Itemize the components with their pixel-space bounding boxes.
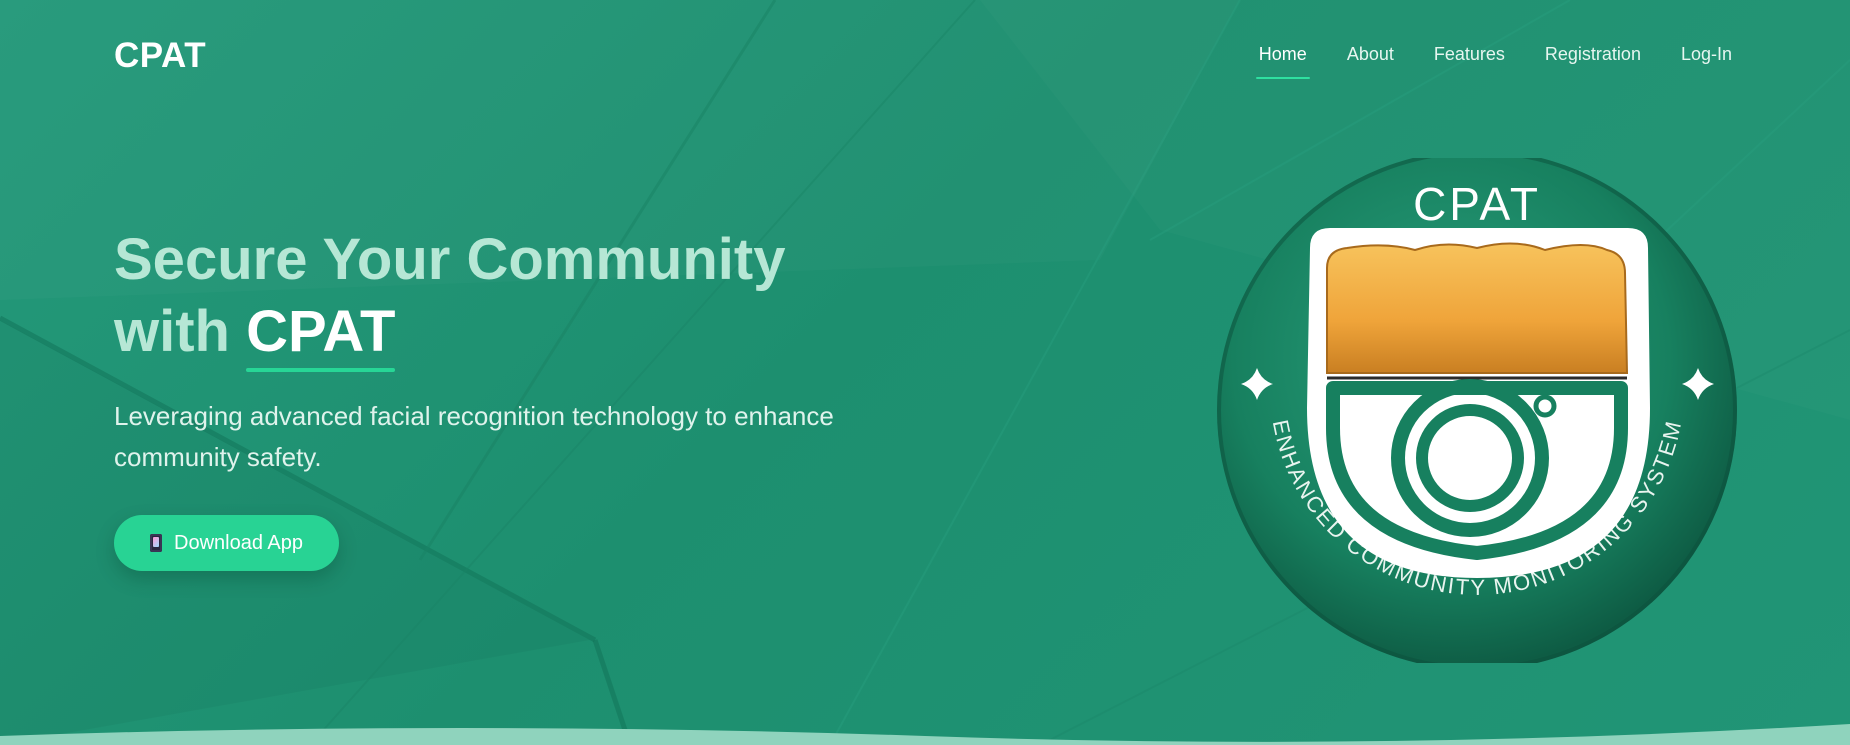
headline-with: with	[114, 299, 230, 364]
hero-section: CPAT Home About Features Registration Lo…	[0, 0, 1850, 745]
bottom-wave	[0, 724, 1850, 745]
hero-subtitle: Leveraging advanced facial recognition t…	[114, 401, 834, 472]
emblem-camera-hood	[1326, 242, 1629, 374]
nav-registration[interactable]: Registration	[1545, 44, 1641, 79]
phone-icon	[150, 534, 162, 552]
hero-headline: Secure Your Community with CPAT	[114, 224, 874, 372]
nav-features[interactable]: Features	[1434, 44, 1505, 79]
nav-about[interactable]: About	[1347, 44, 1394, 79]
cpat-emblem: CPAT ENHANCED COMMUNITY MONITORING SYSTE…	[1217, 158, 1737, 663]
brand-logo-text[interactable]: CPAT	[114, 36, 206, 76]
nav-login[interactable]: Log-In	[1681, 44, 1732, 79]
headline-accent-cpat: CPAT	[246, 296, 396, 372]
main-nav: Home About Features Registration Log-In	[1255, 44, 1732, 79]
emblem-title: CPAT	[1413, 178, 1541, 230]
download-app-button[interactable]: Download App	[114, 515, 339, 571]
nav-home[interactable]: Home	[1255, 44, 1310, 79]
headline-line-1: Secure Your Community	[114, 227, 786, 292]
download-app-label: Download App	[174, 531, 303, 554]
